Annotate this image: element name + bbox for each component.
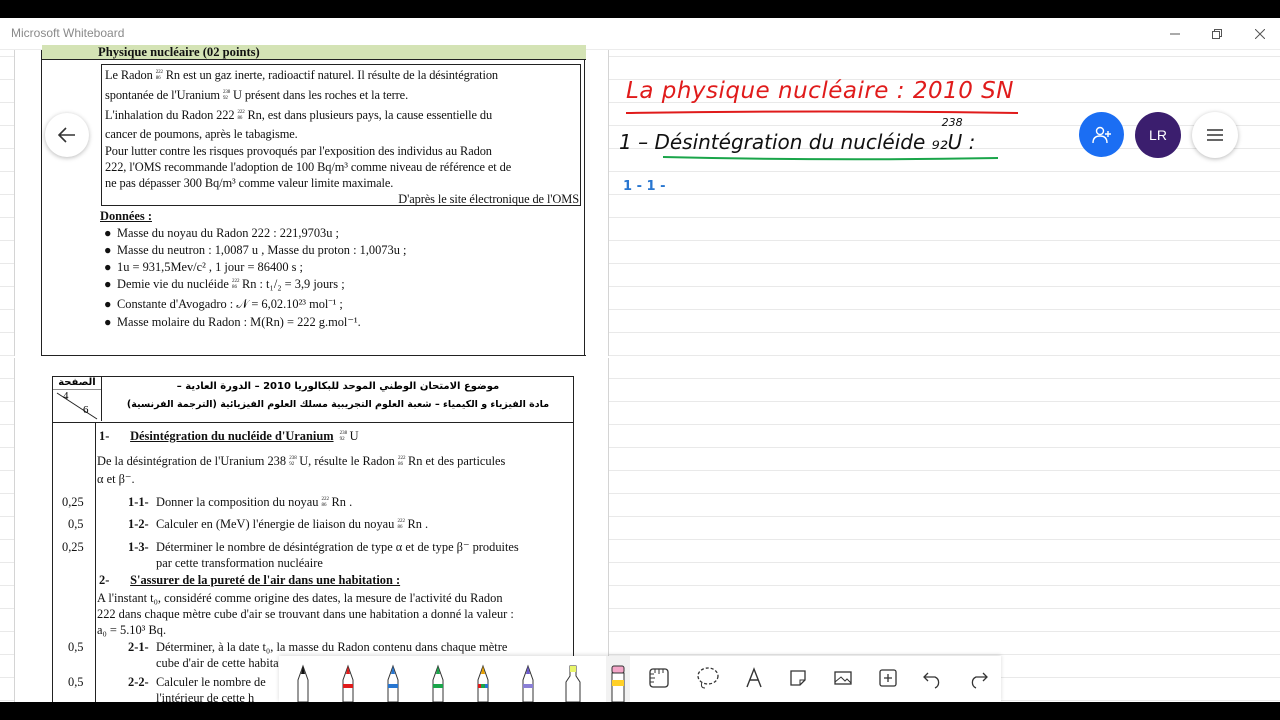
question-1-1: 1-1- Donner la composition du noyau 222 86… [128, 495, 353, 509]
radon-symbol: 222 86 [237, 110, 245, 122]
intro-line: cancer de poumons, après le tabagisme. [105, 127, 298, 141]
ruler-tool[interactable] [645, 664, 673, 692]
data-item: ● Masse du noyau du Radon 222 : 221,9703u… [104, 226, 339, 240]
close-button[interactable] [1237, 18, 1280, 50]
pen-red-icon [342, 664, 354, 702]
image-tool[interactable] [829, 664, 857, 692]
source-line: D'après le site électronique de l'OMS [398, 192, 579, 206]
data-list: Données : ● Masse du noyau du Radon 222 :… [100, 208, 580, 331]
undo-button[interactable] [919, 664, 947, 692]
intro-text-box: Le Radon 222 86 Rn est un gaz inerte, radi… [101, 64, 581, 206]
sticky-note-icon [790, 670, 806, 686]
lasso-tool[interactable] [694, 664, 722, 692]
ink-toolbar [279, 656, 1001, 702]
blue-pen-tool[interactable] [381, 656, 405, 702]
intro-line: ne pas dépasser 300 Bq/m³ comme valeur l… [105, 176, 394, 190]
pen-blue-icon [387, 664, 399, 702]
page-label: الصفحة [58, 377, 96, 388]
red-pen-tool[interactable] [336, 656, 360, 702]
invite-button[interactable] [1079, 112, 1124, 157]
intro-line: L'inhalation du Radon 222 222 86 Rn, est d… [105, 108, 493, 122]
handwritten-title: La physique nucléaire : 2010 SN [626, 78, 1014, 104]
exam-page-2: الصفحة 4 6 موضوع الامتحان الوطني الموحد … [14, 358, 609, 702]
ruler-icon [649, 668, 669, 688]
uranium-symbol: 238 92 [222, 90, 231, 102]
question-1-2: 1-2- Calculer en (MeV) l'énergie de liais… [128, 517, 429, 531]
exam-subject-arabic: مادة الفيزياء و الكيمياء – شعبة العلوم ا… [126, 399, 550, 410]
section-2-heading: 2- S'assurer de la pureté de l'air dans … [99, 573, 401, 587]
data-item: ● Constante d'Avogadro : 𝒩 = 6,02.10²³ mo… [104, 297, 343, 311]
green-pen-tool[interactable] [426, 656, 450, 702]
page-number: 4 [63, 390, 69, 402]
highlighter-icon [565, 665, 581, 702]
exam-header-box: الصفحة 4 6 موضوع الامتحان الوطني الموحد … [52, 376, 574, 423]
pen-rainbow-icon [477, 664, 489, 702]
black-pen-tool[interactable] [291, 656, 315, 702]
add-box-icon [879, 669, 897, 687]
handwritten-heading: 1 – Désintégration du nucléide 238 ₉₂U : [619, 116, 976, 154]
lasso-icon [697, 667, 719, 689]
avatar[interactable]: LR [1135, 112, 1181, 158]
intro-line: Pour lutter contre les risques provoqués… [105, 144, 492, 158]
note-tool[interactable] [784, 664, 812, 692]
image-icon [834, 671, 852, 685]
data-item: ● Masse du neutron : 1,0087 u , Masse du … [104, 243, 407, 257]
insert-tool[interactable] [874, 664, 902, 692]
window-title: Microsoft Whiteboard [11, 26, 125, 40]
minimize-button[interactable] [1152, 18, 1198, 50]
heading-underline [663, 156, 999, 161]
radon-symbol: 222 86 [155, 70, 163, 82]
restore-button[interactable] [1194, 18, 1240, 50]
page-number-box: الصفحة 4 6 [53, 377, 102, 421]
hamburger-icon [1207, 129, 1223, 141]
data-item: ● Masse molaire du Radon : M(Rn) = 222 g.… [104, 315, 361, 329]
redo-button[interactable] [964, 664, 992, 692]
question-1-3: 1-3- Déterminer le nombre de désintégrati… [128, 540, 519, 570]
arrow-left-icon [58, 127, 75, 143]
intro-line: 222, l'OMS recommande l'adoption de 100 … [105, 160, 512, 174]
galaxy-pen-tool[interactable] [516, 656, 540, 702]
text-icon [746, 667, 762, 688]
pen-galaxy-icon [522, 664, 534, 702]
data-item: ● Demie vie du nucléide 222 86 Rn : t₁/₂ = … [104, 277, 345, 291]
section-1-heading: 1- Désintégration du nucléide d'Uranium … [99, 429, 359, 443]
handwritten-subheading: 1 - 1 - [623, 179, 666, 194]
whiteboard-window: Microsoft Whiteboard Physique nucléaire … [0, 18, 1280, 702]
points: 0,5 [68, 675, 84, 689]
exam-section-box: Physique nucléaire (02 points) Le Radon … [41, 45, 586, 356]
redo-icon [971, 672, 988, 689]
exam-page-1: Physique nucléaire (02 points) Le Radon … [14, 45, 609, 356]
eraser-tool[interactable] [606, 656, 630, 702]
close-icon [1255, 29, 1265, 39]
add-person-icon [1091, 126, 1111, 143]
exam-title-arabic: موضوع الامتحان الوطني الموحد للبكالوريا … [176, 381, 500, 392]
points: 0,5 [68, 640, 84, 654]
eraser-icon [611, 665, 625, 702]
restore-icon [1212, 29, 1222, 39]
section-1-intro: De la désintégration de l'Uranium 238 23… [97, 454, 506, 486]
highlighter-tool[interactable] [561, 656, 585, 702]
pen-green-icon [432, 664, 444, 702]
section-2-intro: A l'instant t₀, considéré comme origine … [97, 591, 514, 637]
text-tool[interactable] [740, 664, 768, 692]
points: 0,25 [62, 540, 84, 554]
points: 0,25 [62, 495, 84, 509]
points: 0,5 [68, 517, 84, 531]
intro-line: spontanée de l'Uranium 238 92 U présent da… [105, 88, 409, 102]
data-heading: Données : [100, 209, 152, 223]
rainbow-pen-tool[interactable] [471, 656, 495, 702]
back-button[interactable] [45, 113, 89, 157]
menu-button[interactable] [1192, 112, 1238, 158]
minimize-icon [1170, 33, 1180, 35]
intro-text: Le Radon 222 86 Rn est un gaz inerte, radi… [105, 65, 579, 207]
section-header: Physique nucléaire (02 points) [42, 45, 586, 60]
page-total: 6 [83, 404, 89, 416]
pen-black-icon [297, 664, 309, 702]
undo-icon [923, 672, 940, 689]
intro-line: Le Radon 222 86 Rn est un gaz inerte, radi… [105, 68, 499, 82]
data-item: ● 1u = 931,5Mev/c² , 1 jour = 86400 s ; [104, 260, 303, 274]
whiteboard-canvas[interactable]: Physique nucléaire (02 points) Le Radon … [0, 45, 1280, 702]
